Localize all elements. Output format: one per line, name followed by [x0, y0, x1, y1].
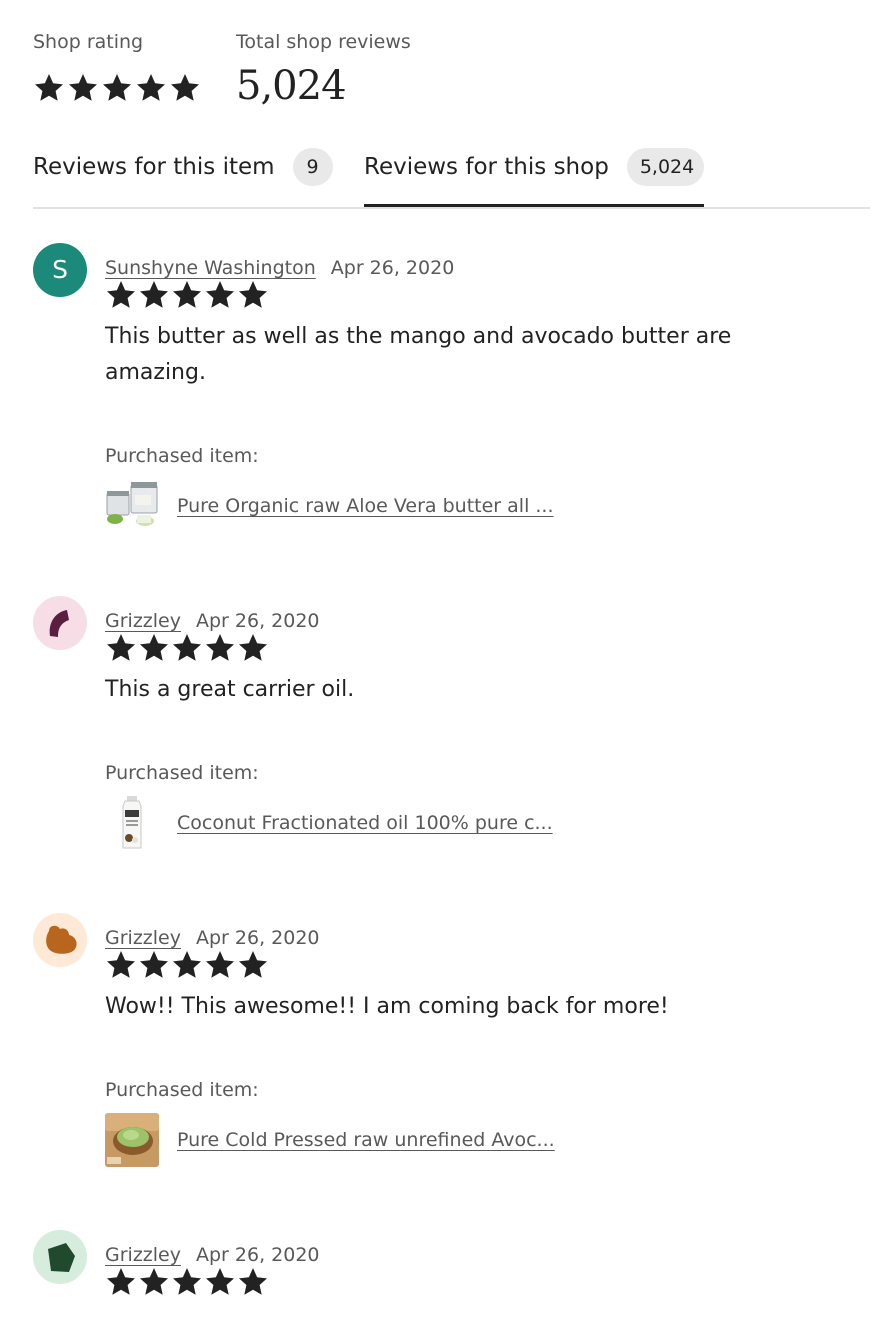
- star-icon: [137, 74, 165, 101]
- tab-reviews-for-shop[interactable]: Reviews for this shop 5,024: [364, 143, 704, 207]
- purchased-item-title[interactable]: Coconut Fractionated oil 100% pure c...: [177, 812, 553, 834]
- star-icon: [140, 951, 168, 978]
- tab-label: Reviews for this item: [33, 154, 275, 180]
- review-rating-stars: [105, 632, 269, 664]
- review-item: S Sunshyne Washington Apr 26, 2020 This …: [33, 243, 853, 543]
- review-rating-stars: [105, 279, 269, 311]
- review-date: Apr 26, 2020: [195, 1244, 320, 1266]
- star-icon: [206, 951, 234, 978]
- tab-count-badge: 9: [292, 148, 333, 186]
- star-icon: [239, 281, 267, 308]
- star-icon: [35, 74, 63, 101]
- star-icon: [140, 281, 168, 308]
- crescent-shape-icon: [49, 610, 69, 637]
- review-date: Apr 26, 2020: [195, 610, 320, 632]
- shop-rating: Shop rating: [33, 30, 199, 101]
- blob-shape-icon: [46, 925, 77, 954]
- pentagon-shape-icon: [48, 1243, 75, 1272]
- star-icon: [69, 74, 97, 101]
- star-icon: [107, 634, 135, 661]
- star-icon: [140, 1268, 168, 1295]
- purchased-item-title[interactable]: Pure Cold Pressed raw unrefined Avoc...: [177, 1129, 555, 1151]
- avatar[interactable]: [33, 1230, 87, 1284]
- review-tabs: Reviews for this item 9 Reviews for this…: [33, 143, 870, 209]
- star-icon: [171, 74, 199, 101]
- avatar[interactable]: S: [33, 243, 87, 297]
- review-text: This a great carrier oil.: [105, 677, 355, 702]
- star-icon: [239, 951, 267, 978]
- review-rating-stars: [105, 1266, 269, 1298]
- star-icon: [206, 281, 234, 308]
- total-reviews-label: Total shop reviews: [236, 31, 411, 53]
- star-icon: [107, 951, 135, 978]
- tab-label: Reviews for this shop: [364, 154, 609, 180]
- review-date: Apr 26, 2020: [195, 927, 320, 949]
- star-icon: [103, 74, 131, 101]
- star-icon: [173, 281, 201, 308]
- reviewer-name-link[interactable]: Grizzley: [105, 1244, 181, 1266]
- review-rating-stars: [105, 949, 269, 981]
- review-item: Grizzley Apr 26, 2020 This a great carri…: [33, 596, 853, 866]
- shop-summary: Shop rating Total shop reviews 5,024: [33, 30, 833, 110]
- purchased-item-label: Purchased item:: [105, 1079, 259, 1101]
- reviewer-name-link[interactable]: Sunshyne Washington: [105, 257, 316, 279]
- star-icon: [206, 634, 234, 661]
- star-icon: [173, 1268, 201, 1295]
- total-shop-reviews: Total shop reviews 5,024: [236, 30, 411, 109]
- total-reviews-count: 5,024: [236, 63, 347, 109]
- purchased-item-title[interactable]: Pure Organic raw Aloe Vera butter all ..…: [177, 495, 554, 517]
- purchased-item-link[interactable]: Pure Organic raw Aloe Vera butter all ..…: [105, 479, 554, 533]
- avocado-butter-bowl-thumbnail[interactable]: [105, 1113, 159, 1167]
- active-tab-indicator: [364, 204, 704, 207]
- purchased-item-label: Purchased item:: [105, 762, 259, 784]
- star-icon: [206, 1268, 234, 1295]
- avatar[interactable]: [33, 596, 87, 650]
- star-icon: [107, 1268, 135, 1295]
- shop-rating-label: Shop rating: [33, 31, 144, 53]
- star-icon: [107, 281, 135, 308]
- reviewer-name-link[interactable]: Grizzley: [105, 927, 181, 949]
- star-icon: [140, 634, 168, 661]
- avatar-letter: S: [52, 255, 68, 284]
- tab-reviews-for-item[interactable]: Reviews for this item 9: [33, 143, 333, 205]
- star-icon: [239, 1268, 267, 1295]
- review-item: Grizzley Apr 26, 2020 Wow!! This awesome…: [33, 913, 853, 1183]
- review-item: Grizzley Apr 26, 2020: [33, 1230, 853, 1328]
- reviewer-name-link[interactable]: Grizzley: [105, 610, 181, 632]
- purchased-item-label: Purchased item:: [105, 445, 259, 467]
- star-icon: [173, 951, 201, 978]
- shop-rating-stars: [33, 72, 201, 104]
- avatar[interactable]: [33, 913, 87, 967]
- star-icon: [239, 634, 267, 661]
- star-icon: [173, 634, 201, 661]
- aloe-butter-jars-thumbnail[interactable]: [105, 479, 159, 533]
- purchased-item-link[interactable]: Pure Cold Pressed raw unrefined Avoc...: [105, 1113, 555, 1167]
- tab-count-badge: 5,024: [626, 148, 704, 186]
- review-text: Wow!! This awesome!! I am coming back fo…: [105, 994, 669, 1019]
- review-date: Apr 26, 2020: [330, 257, 455, 279]
- coconut-oil-bottle-thumbnail[interactable]: [105, 796, 159, 850]
- review-text: This butter as well as the mango and avo…: [105, 324, 732, 385]
- purchased-item-link[interactable]: Coconut Fractionated oil 100% pure c...: [105, 796, 553, 850]
